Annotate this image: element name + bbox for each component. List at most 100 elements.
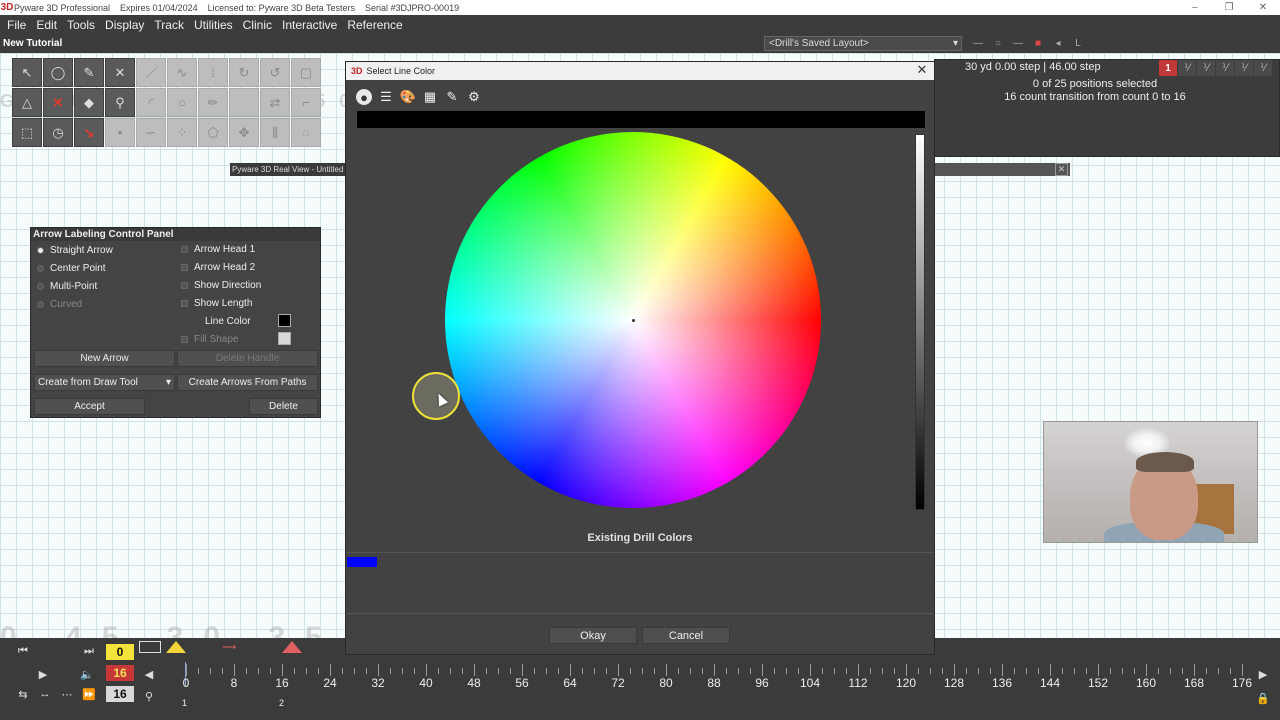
triangle-icon[interactable]: △	[12, 88, 42, 117]
arrow-label-icon[interactable]: ↘	[74, 118, 104, 147]
wave-icon[interactable]: ∽	[136, 118, 166, 147]
marquee-icon[interactable]: ⬚	[12, 118, 42, 147]
history-icon[interactable]: ◷	[43, 118, 73, 147]
map-pin-icon[interactable]: ⚲	[105, 88, 135, 117]
follow-icon[interactable]: ⫼	[260, 118, 290, 147]
menu-reference[interactable]: Reference	[342, 18, 407, 32]
marker-arrow-icon[interactable]: ⟶	[222, 642, 236, 653]
record-icon[interactable]: ■	[1030, 36, 1046, 51]
grid-dots-icon[interactable]: ⁞	[198, 58, 228, 87]
count-one-icon[interactable]: 1	[1159, 60, 1177, 76]
grid-tab-icon[interactable]: ▦	[422, 89, 438, 105]
current-count[interactable]: 0	[106, 644, 134, 660]
step-icon[interactable]: ⅟	[1178, 60, 1196, 76]
radio-multi-point[interactable]: Multi-Point	[37, 281, 97, 292]
layout-select[interactable]: <Drill's Saved Layout> ▾	[764, 36, 962, 51]
corner-icon[interactable]: ⌐	[291, 88, 321, 117]
total-count[interactable]: 16	[106, 686, 134, 702]
page-marker[interactable]	[139, 641, 161, 653]
end-marker-icon[interactable]	[282, 641, 302, 653]
step-icon[interactable]: ⅟	[1197, 60, 1215, 76]
volume-icon[interactable]: 🔈	[78, 666, 96, 682]
next-icon[interactable]: ▶	[1254, 666, 1272, 682]
menu-display[interactable]: Display	[100, 18, 149, 32]
check-arrow-head-2[interactable]: Arrow Head 2	[181, 262, 255, 273]
skip-start-icon[interactable]: ⏮	[14, 643, 32, 659]
check-fill-shape[interactable]: Fill Shape	[181, 334, 238, 345]
line-color-swatch[interactable]	[278, 314, 291, 327]
zoom-slider-icon[interactable]: —	[970, 36, 986, 51]
list-tab-icon[interactable]: ☰	[378, 89, 394, 105]
dot-icon[interactable]: •	[105, 118, 135, 147]
check-show-length[interactable]: Show Length	[181, 298, 252, 309]
pen-icon[interactable]: ✎	[74, 58, 104, 87]
create-from-select[interactable]: Create from Draw Tool ▾	[34, 374, 175, 391]
eyedropper-tab-icon[interactable]: ✎	[444, 89, 460, 105]
radio-curved[interactable]: Curved	[37, 299, 82, 310]
play-icon[interactable]: ▶	[34, 666, 52, 682]
color-wheel-tab-icon[interactable]: ●	[356, 89, 372, 105]
fast-forward-icon[interactable]: ⏩	[80, 686, 98, 702]
undo-rotate-icon[interactable]: ↺	[260, 58, 290, 87]
step-icon[interactable]: ↔	[36, 686, 54, 702]
cancel-button[interactable]: Cancel	[642, 627, 730, 644]
arc-icon[interactable]: ◜	[136, 88, 166, 117]
brightness-slider[interactable]	[915, 134, 925, 510]
radio-straight-arrow[interactable]: Straight Arrow	[37, 245, 113, 256]
step-icon[interactable]: ⅟	[1254, 60, 1272, 76]
rotate-icon[interactable]: ↻	[229, 58, 259, 87]
step-icon[interactable]: ⅟	[1235, 60, 1253, 76]
lasso-icon[interactable]: ◯	[43, 58, 73, 87]
set-marker-icon[interactable]	[166, 641, 186, 653]
select-arrow-icon[interactable]: ↖	[12, 58, 42, 87]
menu-tools[interactable]: Tools	[62, 18, 100, 32]
maximize-icon[interactable]: ❐	[1212, 0, 1246, 15]
slider-knob[interactable]	[917, 135, 923, 138]
line-icon[interactable]: ／	[136, 58, 166, 87]
nav-icon[interactable]: ◂	[1050, 36, 1066, 51]
block-icon[interactable]: ⁘	[167, 118, 197, 147]
menu-file[interactable]: File	[2, 18, 31, 32]
move-icon[interactable]: ✥	[229, 118, 259, 147]
curve-icon[interactable]: ∿	[167, 58, 197, 87]
menu-interactive[interactable]: Interactive	[277, 18, 342, 32]
pencil-icon[interactable]: ✏	[198, 88, 228, 117]
palette-tab-icon[interactable]: 🎨	[400, 89, 416, 105]
delete-x-icon[interactable]: ✕	[43, 88, 73, 117]
close-icon[interactable]: ✕	[915, 62, 929, 77]
blank-tool-icon[interactable]	[229, 88, 259, 117]
fill-color-swatch[interactable]	[278, 332, 291, 345]
zoom-slider-icon[interactable]: —	[1010, 36, 1026, 51]
prev-icon[interactable]: ◀	[140, 666, 158, 682]
label-icon[interactable]: L	[1070, 36, 1086, 51]
eraser-icon[interactable]: ◆	[74, 88, 104, 117]
lock-icon[interactable]: 🔒	[1254, 690, 1272, 706]
new-arrow-button[interactable]: New Arrow	[34, 350, 175, 367]
existing-color-swatch[interactable]	[347, 557, 377, 567]
minimize-icon[interactable]: –	[1178, 0, 1212, 15]
zoom-icon[interactable]: ⚲	[140, 688, 158, 704]
close-icon[interactable]: ✕	[1246, 0, 1280, 15]
close-icon[interactable]: ✕	[1055, 163, 1068, 176]
create-arrows-from-paths-button[interactable]: Create Arrows From Paths	[177, 374, 318, 391]
cross-tool-icon[interactable]: ✕	[105, 58, 135, 87]
radio-center-point[interactable]: Center Point	[37, 263, 106, 274]
step-icon[interactable]: ⅟	[1216, 60, 1234, 76]
menu-clinic[interactable]: Clinic	[238, 18, 277, 32]
spiral-icon[interactable]: ◌	[291, 118, 321, 147]
slider-knob-icon[interactable]: ○	[990, 36, 1006, 51]
accept-button[interactable]: Accept	[34, 398, 145, 415]
settings-tab-icon[interactable]: ⚙	[466, 89, 482, 105]
end-count[interactable]: 16	[106, 665, 134, 681]
frame-icon[interactable]: ▢	[291, 58, 321, 87]
color-wheel-selector[interactable]	[632, 319, 635, 322]
check-arrow-head-1[interactable]: Arrow Head 1	[181, 244, 255, 255]
real-view-titlebar[interactable]: Pyware 3D Real View - Untitled	[230, 163, 346, 176]
menu-utilities[interactable]: Utilities	[189, 18, 238, 32]
menu-track[interactable]: Track	[149, 18, 189, 32]
circle-icon[interactable]: ○	[167, 88, 197, 117]
loop-icon[interactable]: ⇆	[14, 686, 32, 702]
delete-button[interactable]: Delete	[249, 398, 318, 415]
menu-edit[interactable]: Edit	[31, 18, 62, 32]
split-icon[interactable]: ⇄	[260, 88, 290, 117]
